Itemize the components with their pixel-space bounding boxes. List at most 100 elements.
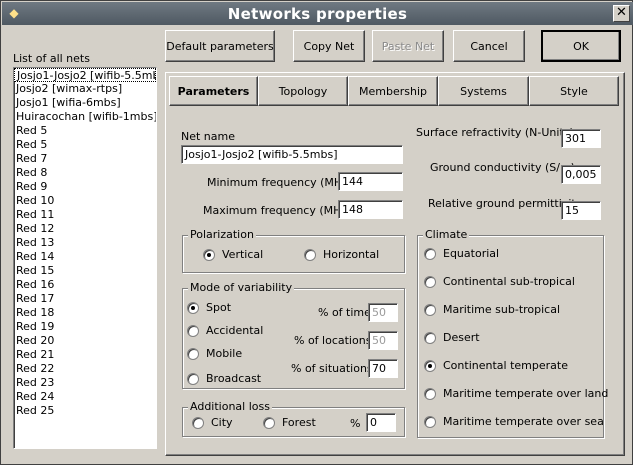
nets-listbox[interactable]: Josjo1-Josjo2 [wifib-5.5mbs] Josjo2 [wima… (13, 67, 157, 449)
ground-conductivity-field[interactable]: 0,005 (561, 165, 601, 184)
climate-desert-radio[interactable]: Desert (424, 331, 480, 344)
loss-percent-label: % (350, 417, 361, 430)
list-item[interactable]: Red 22 (14, 362, 156, 376)
radio-label: Maritime sub-tropical (443, 303, 561, 316)
percent-situations-field[interactable]: 70 (368, 359, 398, 378)
list-item[interactable]: Josjo2 [wimax-rtps] (14, 82, 156, 96)
list-item[interactable]: Red 5 (14, 124, 156, 138)
radio-label: Equatorial (443, 247, 500, 260)
polarization-horizontal-radio[interactable]: Horizontal (304, 248, 379, 261)
climate-continental-sub-tropical-radio[interactable]: Continental sub-tropical (424, 275, 575, 288)
list-item[interactable]: Red 12 (14, 222, 156, 236)
radio-unchecked-icon (187, 372, 199, 385)
list-item[interactable]: Josjo1-Josjo2 [wifib-5.5mbs] (14, 68, 156, 82)
radio-label: Forest (282, 416, 316, 429)
list-item[interactable]: Red 19 (14, 320, 156, 334)
radio-unchecked-icon (187, 347, 199, 360)
climate-maritime-temperate-sea-radio[interactable]: Maritime temperate over sea (424, 415, 604, 428)
radio-checked-icon (187, 301, 199, 314)
tab-systems[interactable]: Systems (438, 76, 529, 106)
list-item[interactable]: Red 7 (14, 152, 156, 166)
copy-net-button[interactable]: Copy Net (293, 30, 365, 62)
radio-unchecked-icon (304, 248, 316, 261)
surface-refractivity-field[interactable]: 301 (561, 129, 601, 148)
radio-label: Horizontal (323, 248, 380, 261)
max-frequency-label: Maximum frequency (MHz) (203, 204, 352, 217)
list-item[interactable]: Red 21 (14, 348, 156, 362)
percent-locations-label: % of locations (294, 334, 372, 347)
radio-unchecked-icon (192, 416, 204, 429)
mode-of-variability-title: Mode of variability (188, 281, 295, 294)
radio-unchecked-icon (263, 416, 275, 429)
radio-unchecked-icon (424, 331, 436, 344)
title-bar: ◆ Networks properties ✕ (2, 2, 633, 25)
percent-time-label: % of time (318, 306, 371, 319)
climate-equatorial-radio[interactable]: Equatorial (424, 247, 499, 260)
cancel-button[interactable]: Cancel (453, 30, 525, 62)
polarization-vertical-radio[interactable]: Vertical (203, 248, 263, 261)
list-item[interactable]: Red 10 (14, 194, 156, 208)
radio-label: City (211, 416, 233, 429)
close-icon[interactable]: ✕ (613, 5, 630, 22)
loss-forest-radio[interactable]: Forest (263, 416, 316, 429)
radio-label: Vertical (222, 248, 264, 261)
radio-label: Spot (206, 301, 232, 314)
variability-broadcast-radio[interactable]: Broadcast (187, 372, 261, 385)
percent-locations-field[interactable]: 50 (368, 331, 398, 350)
list-item[interactable]: Red 13 (14, 236, 156, 250)
list-item[interactable]: Red 14 (14, 250, 156, 264)
mode-of-variability-group: Mode of variability Spot Accidental Mobi… (182, 281, 405, 389)
list-item[interactable]: Red 25 (14, 404, 156, 418)
variability-accidental-radio[interactable]: Accidental (187, 324, 263, 337)
climate-maritime-temperate-land-radio[interactable]: Maritime temperate over land (424, 387, 608, 400)
radio-unchecked-icon (424, 247, 436, 260)
list-item[interactable]: Red 17 (14, 292, 156, 306)
tab-topology[interactable]: Topology (258, 76, 348, 106)
ground-conductivity-label: Ground conductivity (S/m) (430, 161, 575, 174)
loss-percent-field[interactable]: 0 (366, 413, 396, 432)
list-item[interactable]: Red 11 (14, 208, 156, 222)
variability-spot-radio[interactable]: Spot (187, 301, 231, 314)
loss-city-radio[interactable]: City (192, 416, 233, 429)
radio-unchecked-icon (187, 324, 199, 337)
list-item[interactable]: Red 20 (14, 334, 156, 348)
list-item[interactable]: Red 9 (14, 180, 156, 194)
list-item[interactable]: Red 5 (14, 138, 156, 152)
list-item[interactable]: Red 16 (14, 278, 156, 292)
tab-parameters[interactable]: Parameters (169, 76, 258, 106)
ground-permittivity-field[interactable]: 15 (561, 201, 601, 220)
tab-membership[interactable]: Membership (348, 76, 438, 106)
nets-list-label: List of all nets (13, 52, 90, 65)
percent-time-field[interactable]: 50 (368, 303, 398, 322)
list-item[interactable]: Red 23 (14, 376, 156, 390)
radio-label: Maritime temperate over land (443, 387, 609, 400)
radio-checked-icon (203, 248, 215, 261)
polarization-group: Polarization Vertical Horizontal (182, 228, 405, 273)
climate-continental-temperate-radio[interactable]: Continental temperate (424, 359, 568, 372)
variability-mobile-radio[interactable]: Mobile (187, 347, 242, 360)
ok-button[interactable]: OK (541, 30, 621, 62)
min-frequency-field[interactable]: 144 (338, 172, 403, 191)
net-name-field[interactable]: Josjo1-Josjo2 [wifib-5.5mbs] (181, 145, 403, 164)
tab-style[interactable]: Style (529, 76, 619, 106)
list-item[interactable]: Red 8 (14, 166, 156, 180)
net-name-label: Net name (181, 130, 236, 143)
list-item[interactable]: Huiracochan [wifib-1mbs] (14, 110, 156, 124)
max-frequency-field[interactable]: 148 (338, 200, 403, 219)
min-frequency-label: Minimum frequency (MHz) (207, 176, 353, 189)
list-item[interactable]: Red 15 (14, 264, 156, 278)
list-item[interactable]: Red 24 (14, 390, 156, 404)
polarization-title: Polarization (188, 228, 256, 241)
default-parameters-button[interactable]: Default parameters (165, 30, 275, 62)
radio-checked-icon (424, 359, 436, 372)
climate-title: Climate (423, 228, 470, 241)
radio-label: Mobile (206, 347, 243, 360)
list-item[interactable]: Red 18 (14, 306, 156, 320)
list-item[interactable]: Josjo1 [wifia-6mbs] (14, 96, 156, 110)
climate-maritime-sub-tropical-radio[interactable]: Maritime sub-tropical (424, 303, 560, 316)
radio-label: Broadcast (206, 372, 262, 385)
paste-net-button[interactable]: Paste Net (372, 30, 444, 62)
radio-label: Accidental (206, 324, 264, 337)
networks-properties-dialog: ◆ Networks properties ✕ List of all nets… (0, 0, 633, 465)
radio-label: Maritime temperate over sea (443, 415, 604, 428)
